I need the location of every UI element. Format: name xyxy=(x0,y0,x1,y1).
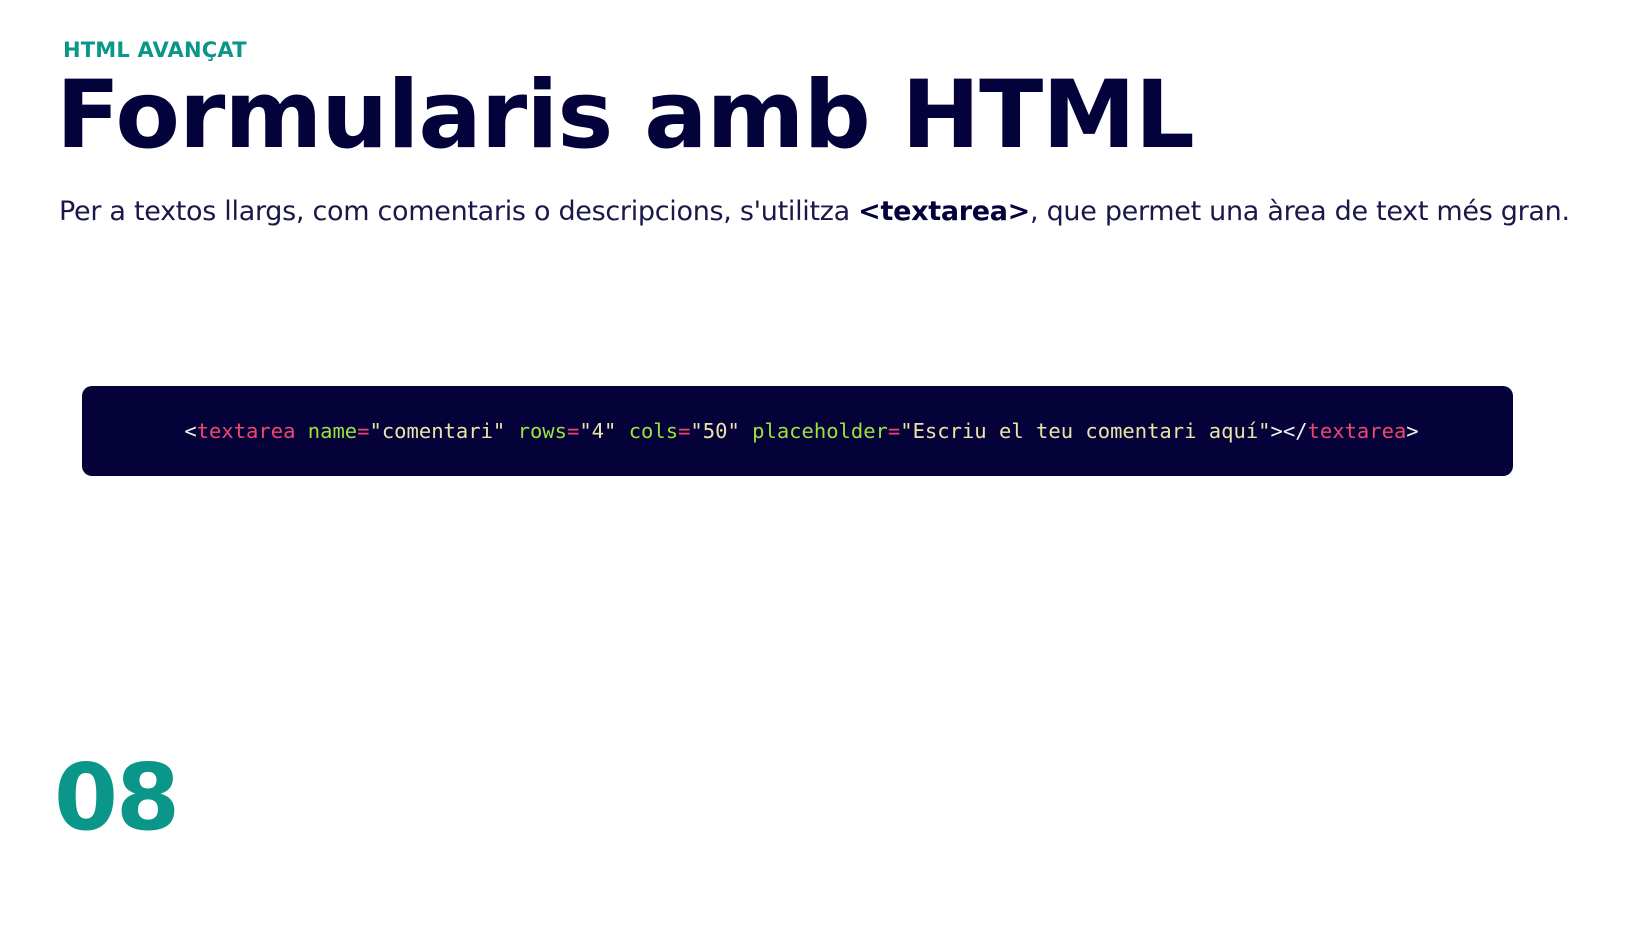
code-token-punct: < xyxy=(184,419,197,443)
code-token-str: "4" xyxy=(579,419,617,443)
code-token-punct: ></ xyxy=(1270,419,1308,443)
page-title: Formularis amb HTML xyxy=(56,61,1195,170)
code-token-attr: placeholder xyxy=(752,419,888,443)
code-token-tag: textarea xyxy=(1307,419,1407,443)
code-line: <textarea name="comentari" rows="4" cols… xyxy=(184,419,1418,443)
code-token-str: "Escriu el teu comentari aquí" xyxy=(900,419,1271,443)
code-token-tag: textarea xyxy=(196,419,296,443)
code-token-attr: rows xyxy=(517,419,567,443)
intro-text-after: , que permet una àrea de text més gran. xyxy=(1030,196,1570,227)
code-token-punct xyxy=(616,419,628,443)
intro-code-emphasis: <textarea> xyxy=(858,196,1031,227)
code-token-eq: = xyxy=(887,419,901,443)
code-token-attr: cols xyxy=(628,419,679,443)
code-token-str: "50" xyxy=(690,419,740,443)
code-token-eq: = xyxy=(357,419,370,443)
code-token-punct: > xyxy=(1406,419,1419,443)
intro-paragraph: Per a textos llargs, com comentaris o de… xyxy=(59,194,1570,229)
code-token-punct xyxy=(505,419,517,443)
page-number: 08 xyxy=(54,744,180,851)
code-block: <textarea name="comentari" rows="4" cols… xyxy=(82,386,1513,476)
section-kicker: HTML AVANÇAT xyxy=(63,38,247,62)
code-token-attr: name xyxy=(307,419,358,443)
intro-text-before: Per a textos llargs, com comentaris o de… xyxy=(59,196,859,227)
code-token-eq: = xyxy=(678,419,691,443)
code-token-eq: = xyxy=(566,419,580,443)
code-token-punct xyxy=(740,419,752,443)
code-token-punct xyxy=(295,419,307,443)
code-token-str: "comentari" xyxy=(369,419,506,443)
